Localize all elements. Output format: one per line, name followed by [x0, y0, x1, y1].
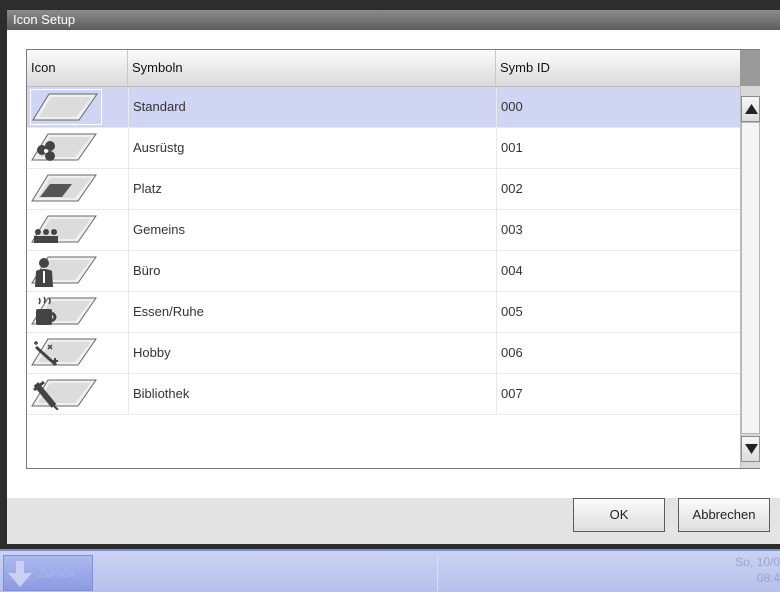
row-icon-cell: [27, 169, 128, 209]
arrow-down-icon: [8, 561, 32, 587]
window-frame: Icon Setup Icon Symboln Symb ID Standard…: [0, 0, 780, 549]
ok-button[interactable]: OK: [573, 498, 665, 532]
icon-table: Icon Symboln Symb ID Standard 000 Ausrüs…: [26, 49, 760, 469]
table-row[interactable]: Platz 002: [27, 169, 740, 210]
row-name-cell: Hobby: [128, 333, 496, 373]
coffee-cup-icon: [30, 294, 102, 330]
table-header: Icon Symboln Symb ID: [27, 50, 740, 87]
table-row[interactable]: Gemeins 003: [27, 210, 740, 251]
cancel-button[interactable]: Abbrechen: [678, 498, 770, 532]
floor-plain-icon: [30, 89, 102, 125]
row-icon-cell: [27, 87, 128, 127]
dialog-panel: Icon Symboln Symb ID Standard 000 Ausrüs…: [7, 30, 780, 544]
column-header-icon[interactable]: Icon: [27, 50, 128, 86]
row-name-cell: Platz: [128, 169, 496, 209]
row-id-cell: 007: [496, 374, 740, 414]
clock: So, 10/0 08:4: [720, 554, 780, 586]
table-body: Standard 000 Ausrüstg 001 Platz 002 Geme…: [27, 87, 740, 415]
row-name-cell: Gemeins: [128, 210, 496, 250]
row-icon-cell: [27, 333, 128, 373]
table-row[interactable]: Standard 000: [27, 87, 740, 128]
row-id-cell: 006: [496, 333, 740, 373]
people-group-icon: [30, 212, 102, 248]
row-icon-cell: [27, 374, 128, 414]
person-office-icon: [30, 253, 102, 289]
table-row[interactable]: Büro 004: [27, 251, 740, 292]
back-button-label: Zurück: [38, 566, 75, 580]
scrollbar-thumb[interactable]: [741, 122, 760, 434]
triangle-down-icon: [745, 444, 758, 454]
scroll-up-button[interactable]: [741, 96, 760, 122]
row-id-cell: 001: [496, 128, 740, 168]
row-icon-cell: [27, 251, 128, 291]
table-row[interactable]: Bibliothek 007: [27, 374, 740, 415]
table-row[interactable]: Essen/Ruhe 005: [27, 292, 740, 333]
row-icon-cell: [27, 292, 128, 332]
stars-hobby-icon: [30, 335, 102, 371]
column-header-name[interactable]: Symboln: [128, 50, 496, 86]
row-name-cell: Bibliothek: [128, 374, 496, 414]
dialog-client: Icon Symboln Symb ID Standard 000 Ausrüs…: [7, 30, 780, 498]
scroll-down-button[interactable]: [741, 436, 760, 462]
row-id-cell: 003: [496, 210, 740, 250]
vertical-scrollbar[interactable]: [740, 86, 760, 468]
row-id-cell: 005: [496, 292, 740, 332]
row-icon-cell: [27, 128, 128, 168]
table-row[interactable]: Ausrüstg 001: [27, 128, 740, 169]
triangle-up-icon: [745, 104, 758, 114]
back-button[interactable]: Zurück: [3, 555, 93, 591]
fan-equipment-icon: [30, 130, 102, 166]
floor-area-icon: [30, 171, 102, 207]
taskbar: Zurück So, 10/0 08:4: [0, 549, 780, 592]
clock-time: 08:4: [756, 571, 780, 585]
scrollbar-corner: [740, 50, 760, 86]
pen-library-icon: [30, 376, 102, 412]
clock-date: So, 10/0: [735, 555, 780, 569]
row-name-cell: Essen/Ruhe: [128, 292, 496, 332]
row-name-cell: Büro: [128, 251, 496, 291]
row-id-cell: 002: [496, 169, 740, 209]
table-row[interactable]: Hobby 006: [27, 333, 740, 374]
window-title: Icon Setup: [7, 10, 780, 30]
row-icon-cell: [27, 210, 128, 250]
column-header-id[interactable]: Symb ID: [496, 50, 740, 86]
row-id-cell: 000: [496, 87, 740, 127]
row-name-cell: Ausrüstg: [128, 128, 496, 168]
taskbar-divider: [437, 555, 438, 591]
row-id-cell: 004: [496, 251, 740, 291]
row-name-cell: Standard: [128, 87, 496, 127]
